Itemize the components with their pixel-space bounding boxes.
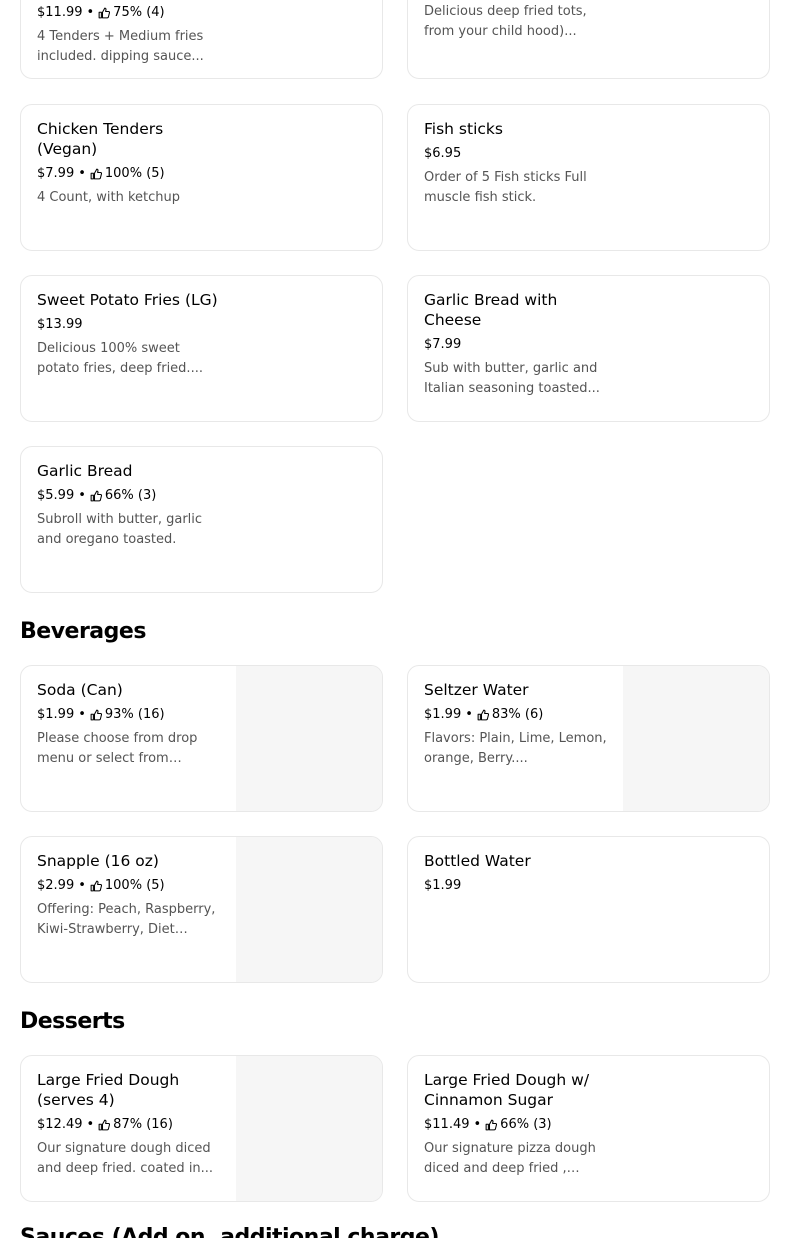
item-description: Delicious 100% sweet potato fries, deep … bbox=[37, 341, 203, 376]
item-image bbox=[623, 666, 769, 811]
thumbs-up-icon bbox=[90, 709, 102, 721]
item-title: Large Fried Dough w/ Cinnamon Sugar bbox=[424, 1071, 590, 1109]
item-rating: 100% (5) bbox=[104, 878, 165, 893]
item-title: Sweet Potato Fries (LG) bbox=[37, 291, 218, 309]
menu-item-garlic-bread-cheese[interactable]: Garlic Bread with Cheese $7.99 Sub with … bbox=[407, 275, 770, 422]
thumbs-up-icon bbox=[90, 880, 102, 892]
item-rating: 93% (16) bbox=[104, 707, 165, 722]
item-meta: $1.99 • 83% (6) bbox=[424, 705, 608, 725]
item-title: Large Fried Dough (serves 4) bbox=[37, 1071, 180, 1109]
item-price: $2.99 bbox=[37, 878, 75, 893]
item-title: Soda (Can) bbox=[37, 681, 123, 699]
menu-item-fish-sticks[interactable]: Fish sticks $6.95 Order of 5 Fish sticks… bbox=[407, 104, 770, 251]
menu-item-seltzer-water[interactable]: Seltzer Water $1.99 • 83% (6) Flavors: P… bbox=[407, 665, 770, 812]
item-description: 4 Count, with ketchup bbox=[37, 190, 181, 205]
item-description: Order of 5 Fish sticks Full muscle fish … bbox=[424, 170, 587, 205]
item-meta: $13.99 bbox=[37, 315, 221, 335]
item-title: Bottled Water bbox=[424, 852, 531, 870]
item-meta: $1.99 bbox=[424, 876, 608, 896]
item-image bbox=[236, 837, 382, 982]
item-rating: 100% (5) bbox=[104, 166, 165, 181]
menu-item-chicken-tenders[interactable]: $11.99 • 75% (4) 4 Tenders + Medium frie… bbox=[20, 0, 383, 79]
thumbs-up-icon bbox=[485, 1119, 497, 1131]
menu-item-garlic-bread[interactable]: Garlic Bread $5.99 • 66% (3) Subroll wit… bbox=[20, 446, 383, 593]
item-description: Our signature dough diced and deep fried… bbox=[37, 1141, 214, 1176]
item-meta: $7.99 bbox=[424, 335, 608, 355]
thumbs-up-icon bbox=[90, 490, 102, 502]
item-price: $6.95 bbox=[424, 146, 462, 161]
section-title-beverages: Beverages bbox=[20, 619, 146, 644]
item-title: Snapple (16 oz) bbox=[37, 852, 159, 870]
item-price: $11.49 bbox=[424, 1117, 470, 1132]
item-rating: 75% (4) bbox=[113, 5, 165, 20]
item-price: $7.99 bbox=[424, 337, 462, 352]
item-description: Offering: Peach, Raspberry, Kiwi-Strawbe… bbox=[37, 902, 216, 937]
item-meta: $6.95 bbox=[424, 144, 608, 164]
item-meta: $1.99 • 93% (16) bbox=[37, 705, 221, 725]
item-title: Chicken Tenders (Vegan) bbox=[37, 120, 164, 158]
item-price: $1.99 bbox=[424, 878, 462, 893]
item-title: Garlic Bread bbox=[37, 462, 133, 480]
item-price: $5.99 bbox=[37, 488, 75, 503]
item-description: 4 Tenders + Medium fries included. dippi… bbox=[37, 29, 204, 64]
menu-item-fried-dough-cinnamon[interactable]: Large Fried Dough w/ Cinnamon Sugar $11.… bbox=[407, 1055, 770, 1202]
menu-item-large-fried-dough[interactable]: Large Fried Dough (serves 4) $12.49 • 87… bbox=[20, 1055, 383, 1202]
item-meta: $2.99 • 100% (5) bbox=[37, 876, 221, 896]
item-price: $1.99 bbox=[424, 707, 462, 722]
item-meta: $11.99 • 75% (4) bbox=[37, 3, 221, 23]
section-title-desserts: Desserts bbox=[20, 1009, 125, 1034]
item-description: Please choose from drop menu or select f… bbox=[37, 731, 198, 766]
menu-item-bottled-water[interactable]: Bottled Water $1.99 bbox=[407, 836, 770, 983]
item-title: Seltzer Water bbox=[424, 681, 529, 699]
item-title: Garlic Bread with Cheese bbox=[424, 291, 558, 329]
thumbs-up-icon bbox=[477, 709, 489, 721]
menu-item-soda[interactable]: Soda (Can) $1.99 • 93% (16) Please choos… bbox=[20, 665, 383, 812]
item-meta: $12.49 • 87% (16) bbox=[37, 1115, 221, 1135]
item-rating: 66% (3) bbox=[104, 488, 157, 503]
item-description: Delicious deep fried tots, from your chi… bbox=[424, 4, 587, 39]
item-description: Flavors: Plain, Lime, Lemon, orange, Ber… bbox=[424, 731, 607, 766]
item-price: $11.99 bbox=[37, 5, 83, 20]
item-rating: 66% (3) bbox=[500, 1117, 552, 1132]
section-title-sauces: Sauces (Add on, additional charge) bbox=[20, 1225, 439, 1238]
item-rating: 83% (6) bbox=[491, 707, 544, 722]
menu-item-tots[interactable]: Delicious deep fried tots, from your chi… bbox=[407, 0, 770, 79]
item-title: Fish sticks bbox=[424, 120, 503, 138]
menu-item-snapple[interactable]: Snapple (16 oz) $2.99 • 100% (5) Offerin… bbox=[20, 836, 383, 983]
item-meta: $5.99 • 66% (3) bbox=[37, 486, 221, 506]
item-description: Our signature pizza dough diced and deep… bbox=[424, 1141, 596, 1176]
item-description: Subroll with butter, garlic and oregano … bbox=[37, 512, 203, 547]
thumbs-up-icon bbox=[98, 7, 110, 19]
item-meta: $7.99 • 100% (5) bbox=[37, 164, 221, 184]
item-price: $1.99 bbox=[37, 707, 75, 722]
item-price: $7.99 bbox=[37, 166, 75, 181]
item-price: $13.99 bbox=[37, 317, 83, 332]
thumbs-up-icon bbox=[98, 1119, 110, 1131]
item-description: Sub with butter, garlic and Italian seas… bbox=[424, 361, 600, 396]
thumbs-up-icon bbox=[90, 168, 102, 180]
menu-item-sweet-potato-fries[interactable]: Sweet Potato Fries (LG) $13.99 Delicious… bbox=[20, 275, 383, 422]
item-image bbox=[236, 1056, 382, 1201]
menu-item-chicken-tenders-vegan[interactable]: Chicken Tenders (Vegan) $7.99 • 100% (5)… bbox=[20, 104, 383, 251]
item-rating: 87% (16) bbox=[113, 1117, 173, 1132]
item-image bbox=[236, 666, 382, 811]
item-meta: $11.49 • 66% (3) bbox=[424, 1115, 608, 1135]
item-price: $12.49 bbox=[37, 1117, 83, 1132]
